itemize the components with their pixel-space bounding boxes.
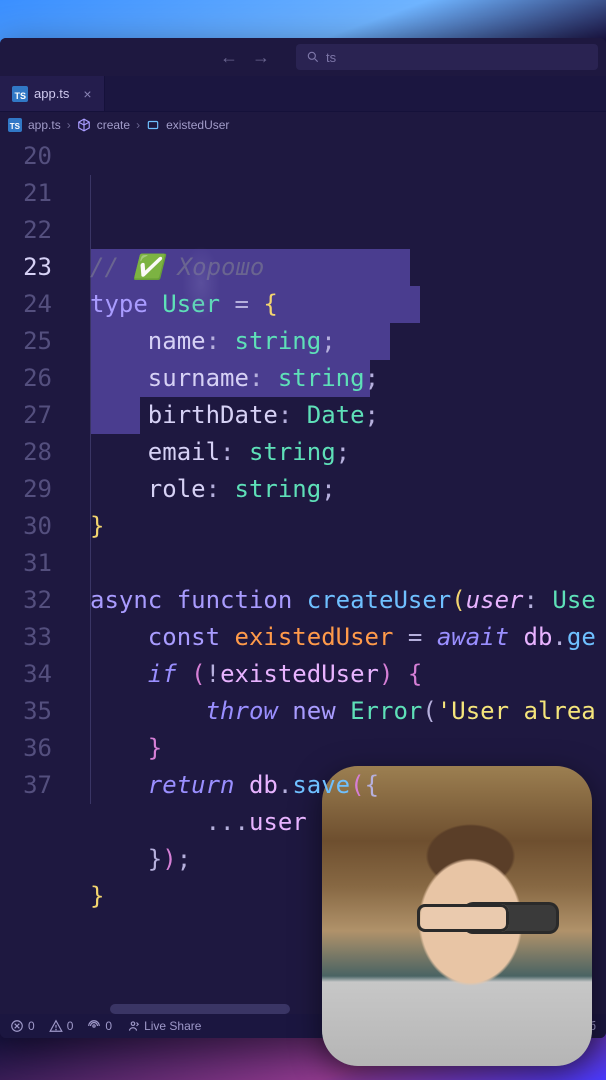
line-number-gutter: 202122232425262728293031323334353637 [0,138,70,1014]
line-number: 33 [0,619,52,656]
code-line[interactable]: async function createUser(user: Use [70,582,606,619]
line-number: 23 [0,249,52,286]
line-number: 22 [0,212,52,249]
line-number: 34 [0,656,52,693]
broadcast-icon [87,1019,101,1033]
tabs-row: TS app.ts × [0,76,606,112]
liveshare-label: Live Share [144,1019,201,1033]
code-line[interactable]: } [70,730,606,767]
line-number: 28 [0,434,52,471]
line-number: 31 [0,545,52,582]
code-line[interactable]: role: string; [70,471,606,508]
line-number: 29 [0,471,52,508]
line-number: 27 [0,397,52,434]
line-number: 35 [0,693,52,730]
code-line[interactable]: birthDate: Date; [70,397,606,434]
nav-arrows: ← → [220,47,270,68]
chevron-right-icon: › [67,118,71,132]
webcam-overlay [322,766,592,1066]
breadcrumb-symbol-2: existedUser [166,118,229,132]
line-number: 21 [0,175,52,212]
code-line[interactable]: email: string; [70,434,606,471]
line-number: 20 [0,138,52,175]
code-line[interactable] [70,545,606,582]
breadcrumb-symbol-1: create [97,118,130,132]
broadcast-count: 0 [105,1019,112,1033]
variable-icon [146,118,160,132]
code-line[interactable]: } [70,508,606,545]
breadcrumb[interactable]: TS app.ts › create › existedUser [0,112,606,138]
code-line[interactable]: throw new Error('User alrea [70,693,606,730]
code-line[interactable]: type User = { [70,286,606,323]
close-icon[interactable]: × [83,86,91,102]
warning-icon [49,1019,63,1033]
nav-back-icon[interactable]: ← [220,47,238,68]
status-liveshare[interactable]: Live Share [126,1019,201,1033]
error-icon [10,1019,24,1033]
line-number: 32 [0,582,52,619]
code-line[interactable]: const existedUser = await db.ge [70,619,606,656]
line-number: 30 [0,508,52,545]
liveshare-icon [126,1019,140,1033]
typescript-icon: TS [12,86,28,102]
search-icon [306,50,320,64]
line-number: 24 [0,286,52,323]
breadcrumb-file: app.ts [28,118,61,132]
error-count: 0 [28,1019,35,1033]
tab-label: app.ts [34,86,69,101]
typescript-icon: TS [8,118,22,132]
nav-forward-icon[interactable]: → [252,47,270,68]
chevron-right-icon: › [136,118,140,132]
line-number: 26 [0,360,52,397]
line-number: 37 [0,767,52,804]
tab-app-ts[interactable]: TS app.ts × [0,76,105,111]
cube-icon [77,118,91,132]
code-line[interactable]: name: string; [70,323,606,360]
search-text: ts [326,50,336,65]
status-broadcast[interactable]: 0 [87,1019,112,1033]
line-number: 25 [0,323,52,360]
command-search-input[interactable]: ts [296,44,598,70]
titlebar: ← → ts [0,38,606,76]
code-line[interactable]: surname: string; [70,360,606,397]
status-errors[interactable]: 0 [10,1019,35,1033]
code-line[interactable]: if (!existedUser) { [70,656,606,693]
code-line[interactable]: // ✅ Хорошо [70,249,606,286]
line-number: 36 [0,730,52,767]
status-warnings[interactable]: 0 [49,1019,74,1033]
warning-count: 0 [67,1019,74,1033]
scrollbar-thumb[interactable] [110,1004,290,1014]
